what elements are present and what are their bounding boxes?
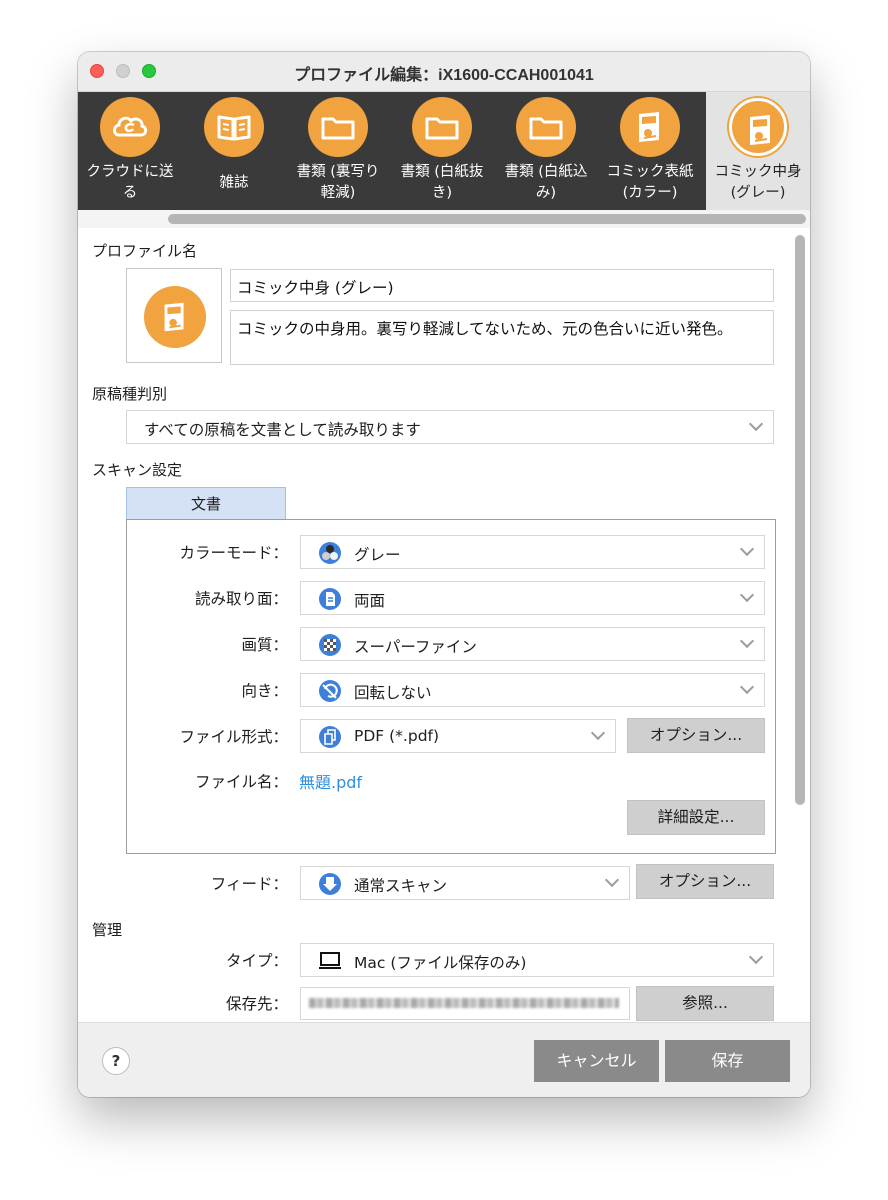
folder-icon	[308, 97, 368, 157]
feed-value: 通常スキャン	[354, 877, 448, 895]
orientation-label: 向き：	[241, 682, 288, 700]
profile-name-field[interactable]: コミック中身 (グレー)	[230, 269, 774, 302]
orientation-select[interactable]: 回転しない	[300, 673, 765, 707]
color-mode-select[interactable]: グレー	[300, 535, 765, 569]
orientation-value: 回転しない	[354, 684, 432, 702]
comic-icon	[729, 98, 787, 156]
feed-icon	[319, 873, 341, 895]
quality-value: スーパーファイン	[354, 638, 477, 656]
folder-icon	[516, 97, 576, 157]
color-mode-icon	[319, 542, 341, 564]
profile-description-field[interactable]: コミックの中身用。裏写り軽減してないため、元の色合いに近い発色。	[230, 310, 774, 365]
chevron-down-icon	[739, 679, 755, 695]
content-scrollbar[interactable]	[795, 235, 805, 805]
management-heading: 管理	[92, 921, 123, 939]
profile-label: 書類 (裏写り 軽減)	[296, 164, 380, 201]
book-icon	[204, 97, 264, 157]
type-label: タイプ：	[225, 952, 288, 970]
feed-options-button[interactable]: オプション...	[636, 864, 774, 899]
profile-comic-cover[interactable]: コミック表紙 (カラー)	[598, 92, 702, 210]
detection-select[interactable]: すべての原稿を文書として読み取ります	[126, 410, 774, 444]
tab-document[interactable]: 文書	[126, 487, 286, 520]
feed-select[interactable]: 通常スキャン	[300, 866, 630, 900]
quality-label: 画質：	[241, 636, 288, 654]
sides-select[interactable]: 両面	[300, 581, 765, 615]
profile-label: クラウドに送 る	[86, 164, 174, 201]
profile-label: コミック表紙 (カラー)	[606, 164, 694, 201]
toolbar-scroll-thumb[interactable]	[168, 214, 806, 224]
profile-name-heading: プロファイル名	[92, 242, 198, 260]
chevron-down-icon	[739, 541, 755, 557]
profile-label: 雑誌	[219, 174, 249, 191]
profile-icon-button[interactable]	[126, 268, 222, 363]
profile-doc-skip-blank[interactable]: 書類 (白紙抜 き)	[390, 92, 494, 210]
cancel-button[interactable]: キャンセル	[534, 1040, 659, 1082]
detection-heading: 原稿種判別	[92, 385, 168, 403]
comic-icon	[144, 286, 206, 348]
color-mode-label: カラーモード：	[179, 544, 288, 562]
duplex-page-icon	[319, 588, 341, 610]
redacted-path	[309, 998, 619, 1008]
type-select[interactable]: Mac (ファイル保存のみ)	[300, 943, 774, 977]
profile-magazine[interactable]: 雑誌	[182, 92, 286, 210]
detection-value: すべての原稿を文書として読み取ります	[144, 421, 421, 439]
window-title: プロファイル編集：iX1600-CCAH001041	[294, 67, 594, 84]
chevron-down-icon	[739, 587, 755, 603]
destination-label: 保存先：	[225, 995, 288, 1013]
profile-doc-bleedthrough[interactable]: 書類 (裏写り 軽減)	[286, 92, 390, 210]
file-format-options-button[interactable]: オプション...	[627, 718, 765, 753]
profile-label: 書類 (白紙込 み)	[504, 164, 588, 201]
chevron-down-icon	[739, 633, 755, 649]
profile-toolbar: クラウドに送 る 雑誌 書類 (裏写り 軽減) 書類 (白紙抜 き) 書類 (白…	[78, 92, 810, 210]
profile-comic-content[interactable]: コミック中身 (グレー)	[706, 92, 810, 210]
profile-label: 書類 (白紙抜 き)	[400, 164, 484, 201]
save-button[interactable]: 保存	[665, 1040, 790, 1082]
comic-icon	[620, 97, 680, 157]
no-rotation-icon	[319, 680, 341, 702]
toolbar-scrollbar[interactable]	[78, 210, 810, 228]
help-button[interactable]: ?	[102, 1047, 130, 1075]
title-bar: プロファイル編集：iX1600-CCAH001041	[78, 52, 810, 92]
dialog-footer: ? キャンセル 保存	[78, 1022, 810, 1097]
resolution-icon	[319, 634, 341, 656]
quality-select[interactable]: スーパーファイン	[300, 627, 765, 661]
type-value: Mac (ファイル保存のみ)	[354, 954, 527, 972]
file-format-select[interactable]: PDF (*.pdf)	[300, 719, 616, 753]
chevron-down-icon	[604, 872, 620, 888]
file-name-label: ファイル名：	[194, 773, 288, 791]
feed-label: フィード：	[210, 875, 288, 893]
pdf-file-icon	[319, 726, 341, 748]
profile-label: コミック中身 (グレー)	[714, 164, 802, 201]
sides-label: 読み取り面：	[194, 590, 288, 608]
chevron-down-icon	[748, 416, 764, 432]
scan-settings-heading: スキャン設定	[92, 461, 183, 479]
chevron-down-icon	[748, 949, 764, 965]
profile-doc-include-blank[interactable]: 書類 (白紙込 み)	[494, 92, 598, 210]
detail-settings-button[interactable]: 詳細設定...	[627, 800, 765, 835]
file-format-value: PDF (*.pdf)	[354, 727, 440, 745]
file-name-link[interactable]: 無題.pdf	[299, 769, 362, 793]
browse-button[interactable]: 参照...	[636, 986, 774, 1021]
cloud-send-icon	[100, 97, 160, 157]
destination-path-field[interactable]	[300, 987, 630, 1020]
folder-icon	[412, 97, 472, 157]
file-format-label: ファイル形式：	[179, 728, 288, 746]
profile-edit-window: プロファイル編集：iX1600-CCAH001041 クラウドに送 る 雑誌 書…	[78, 52, 810, 1097]
color-mode-value: グレー	[354, 546, 401, 564]
sides-value: 両面	[354, 592, 386, 610]
profile-cloud-send[interactable]: クラウドに送 る	[78, 92, 182, 210]
computer-icon	[319, 952, 341, 969]
chevron-down-icon	[590, 725, 606, 741]
